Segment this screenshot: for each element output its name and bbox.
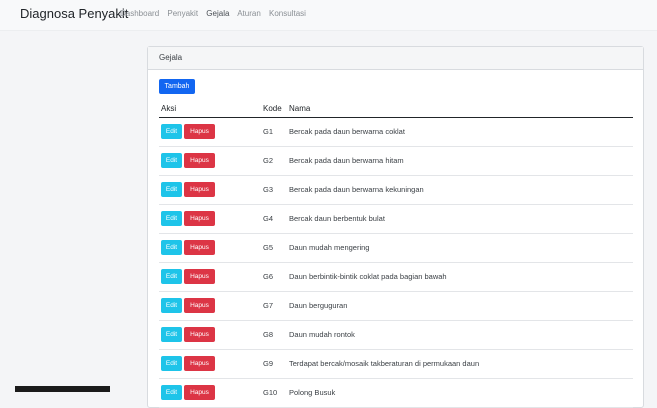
table-row: Edit Hapus G5 Daun mudah mengering: [159, 234, 633, 263]
delete-button[interactable]: Hapus: [184, 269, 215, 284]
table-row: Edit Hapus G4 Bercak daun berbentuk bulat: [159, 205, 633, 234]
row-nama: Daun berbintik-bintik coklat pada bagian…: [289, 272, 447, 281]
delete-button[interactable]: Hapus: [184, 240, 215, 255]
table-row: Edit Hapus G1 Bercak pada daun berwarna cok…: [159, 118, 633, 147]
row-nama: Polong Busuk: [289, 388, 336, 397]
row-kode: G7: [263, 301, 274, 310]
edit-button[interactable]: Edit: [161, 211, 182, 226]
edit-button[interactable]: Edit: [161, 153, 182, 168]
delete-button[interactable]: Hapus: [184, 211, 215, 226]
table-row: Edit Hapus G7 Daun berguguran: [159, 292, 633, 321]
delete-button[interactable]: Hapus: [184, 327, 215, 342]
edit-button[interactable]: Edit: [161, 240, 182, 255]
table-row: Edit Hapus G9 Terdapat bercak/mosaik takber…: [159, 350, 633, 379]
delete-button[interactable]: Hapus: [184, 182, 215, 197]
row-kode: G6: [263, 272, 274, 281]
nav-link-aturan[interactable]: Aturan: [237, 9, 261, 18]
row-nama: Terdapat bercak/mosaik takberaturan di p…: [289, 359, 480, 368]
row-kode: G2: [263, 156, 274, 165]
navbar-brand[interactable]: Diagnosa Penyakit: [20, 6, 128, 21]
row-nama: Bercak pada daun berwarna coklat: [289, 127, 405, 136]
row-kode: G1: [263, 127, 274, 136]
row-nama: Bercak pada daun berwarna kekuningan: [289, 185, 424, 194]
nav-link-penyakit[interactable]: Penyakit: [167, 9, 198, 18]
edit-button[interactable]: Edit: [161, 182, 182, 197]
header-nama: Nama: [289, 104, 311, 113]
row-nama: Daun berguguran: [289, 301, 348, 310]
edit-button[interactable]: Edit: [161, 124, 182, 139]
edit-button[interactable]: Edit: [161, 269, 182, 284]
add-button[interactable]: Tambah: [159, 79, 195, 94]
table-row: Edit Hapus G2 Bercak pada daun berwarna hit…: [159, 147, 633, 176]
navbar: Diagnosa Penyakit Dashboard Penyakit Gej…: [0, 0, 657, 31]
edit-button[interactable]: Edit: [161, 356, 182, 371]
row-kode: G8: [263, 330, 274, 339]
table-row: Edit Hapus G6 Daun berbintik-bintik coklat …: [159, 263, 633, 292]
nav-link-konsultasi[interactable]: Konsultasi: [269, 9, 306, 18]
row-kode: G4: [263, 214, 274, 223]
delete-button[interactable]: Hapus: [184, 153, 215, 168]
header-aksi: Aksi: [161, 104, 177, 113]
row-nama: Daun mudah mengering: [289, 243, 370, 252]
delete-button[interactable]: Hapus: [184, 356, 215, 371]
gejala-card: Gejala Tambah Aksi Kode Nama Edit Hapus G1…: [147, 46, 644, 408]
nav-link-gejala[interactable]: Gejala: [206, 9, 229, 18]
nav-links: Dashboard Penyakit Gejala Aturan Konsult…: [120, 9, 312, 18]
status-tooltip: [15, 386, 110, 392]
header-kode: Kode: [263, 104, 282, 113]
row-kode: G9: [263, 359, 274, 368]
row-kode: G5: [263, 243, 274, 252]
row-nama: Daun mudah rontok: [289, 330, 355, 339]
delete-button[interactable]: Hapus: [184, 385, 215, 400]
card-title: Gejala: [148, 47, 643, 70]
edit-button[interactable]: Edit: [161, 298, 182, 313]
table-row: Edit Hapus G10 Polong Busuk: [159, 379, 633, 408]
table-row: Edit Hapus G3 Bercak pada daun berwarna kek…: [159, 176, 633, 205]
row-kode: G3: [263, 185, 274, 194]
row-nama: Bercak daun berbentuk bulat: [289, 214, 385, 223]
table-row: Edit Hapus G8 Daun mudah rontok: [159, 321, 633, 350]
table-header: Aksi Kode Nama: [159, 103, 633, 118]
row-kode: G10: [263, 388, 278, 397]
edit-button[interactable]: Edit: [161, 385, 182, 400]
delete-button[interactable]: Hapus: [184, 124, 215, 139]
edit-button[interactable]: Edit: [161, 327, 182, 342]
row-nama: Bercak pada daun berwarna hitam: [289, 156, 404, 165]
nav-link-dashboard[interactable]: Dashboard: [120, 9, 159, 18]
delete-button[interactable]: Hapus: [184, 298, 215, 313]
